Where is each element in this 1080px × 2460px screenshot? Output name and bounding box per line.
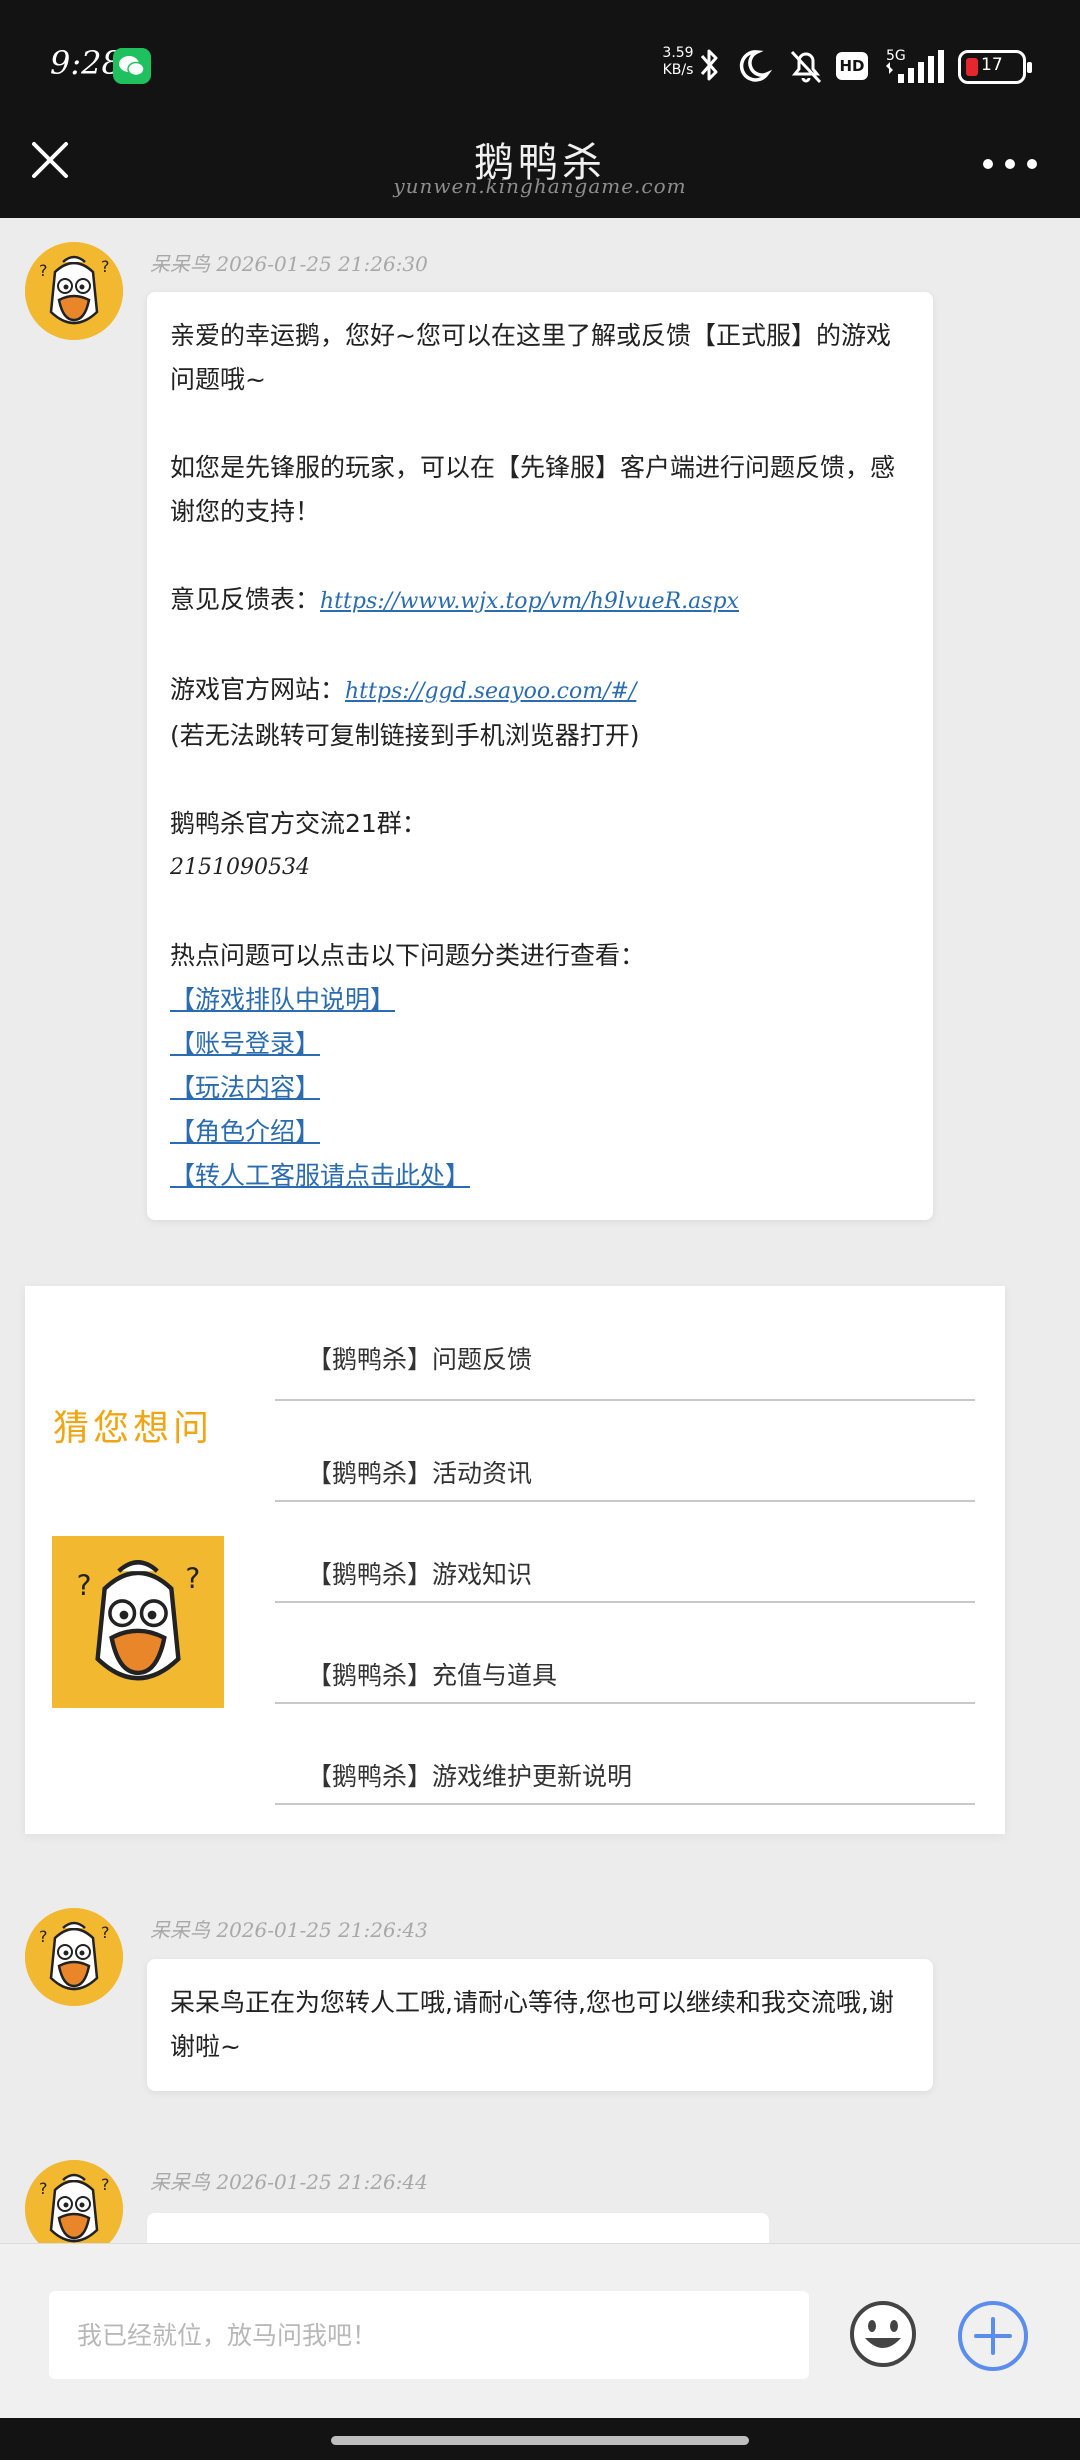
bluetooth-icon — [700, 49, 718, 81]
system-nav-bar — [0, 2418, 1080, 2460]
message-bubble-partial — [147, 2213, 769, 2243]
site-label: 游戏官方网站： — [170, 675, 346, 704]
message-timestamp: 2026-01-25 21:26:30 — [216, 252, 428, 276]
message-meta: 呆呆鸟 2026-01-25 21:26:44 — [150, 2166, 428, 2195]
sender-name: 呆呆鸟 — [150, 1918, 210, 1942]
message-bubble: 呆呆鸟正在为您转人工哦,请耐心等待,您也可以继续和我交流哦,谢谢啦~ — [147, 1959, 933, 2091]
more-dots-icon[interactable] — [980, 152, 1040, 176]
pioneer-note: 如您是先锋服的玩家，可以在【先锋服】客户端进行问题反馈，感谢您的支持！ — [170, 453, 896, 526]
battery-fill — [966, 58, 978, 76]
plus-icon[interactable] — [956, 2299, 1030, 2373]
battery-level: 17 — [981, 55, 1003, 75]
guess-card-title: 猜您想问 — [53, 1408, 214, 1449]
status-time: 9:28 — [50, 44, 122, 82]
svg-text:?: ? — [101, 257, 110, 276]
status-bar: 9:28 3.59 KB/s HD 5G 17 — [0, 0, 1080, 130]
intro-text: 亲爱的幸运鹅，您好~您可以在这里了解或反馈【正式服】的游戏问题哦~ — [170, 321, 891, 394]
svg-text:?: ? — [101, 1923, 110, 1942]
message-bubble: 亲爱的幸运鹅，您好~您可以在这里了解或反馈【正式服】的游戏问题哦~ 如您是先锋服… — [147, 292, 933, 1220]
duck-avatar-icon: ? ? — [25, 1908, 123, 2006]
guess-you-want-to-ask-card: 猜您想问 ? ? 【鹅鸭杀】问题反馈 【鹅鸭杀】活动资讯 【鹅鸭杀】游戏知识 【… — [25, 1286, 1005, 1834]
feedback-form-link[interactable]: https://www.wjx.top/vm/h9lvueR.aspx — [320, 589, 739, 614]
emoji-icon[interactable] — [849, 2300, 917, 2368]
svg-text:?: ? — [185, 1563, 200, 1596]
site-note: (若无法跳转可复制链接到手机浏览器打开) — [170, 721, 640, 750]
message-input[interactable] — [49, 2291, 809, 2379]
group-label: 鹅鸭杀官方交流21群： — [170, 809, 427, 838]
hot-link-gameplay[interactable]: 【玩法内容】 — [170, 1073, 320, 1102]
svg-text:?: ? — [77, 1570, 92, 1603]
group-number: 2151090534 — [170, 855, 310, 880]
guess-item-game-knowledge[interactable]: 【鹅鸭杀】游戏知识 — [275, 1502, 975, 1603]
svg-text:?: ? — [39, 2179, 48, 2198]
guess-item-label: 【鹅鸭杀】问题反馈 — [307, 1344, 533, 1374]
message-timestamp: 2026-01-25 21:26:43 — [216, 1918, 428, 1942]
feedback-line: 意见反馈表：https://www.wjx.top/vm/h9lvueR.asp… — [170, 578, 910, 624]
hot-link-queue[interactable]: 【游戏排队中说明】 — [170, 985, 395, 1014]
svg-text:?: ? — [101, 2175, 110, 2194]
message-meta: 呆呆鸟 2026-01-25 21:26:43 — [150, 1914, 428, 1943]
hot-link-characters[interactable]: 【角色介绍】 — [170, 1117, 320, 1146]
svg-text:?: ? — [39, 1927, 48, 1946]
hot-link-human-support[interactable]: 【转人工客服请点击此处】 — [170, 1161, 470, 1190]
duck-mascot-image: ? ? — [52, 1536, 224, 1708]
hot-questions-intro: 热点问题可以点击以下问题分类进行查看： — [170, 941, 646, 970]
guess-item-label: 【鹅鸭杀】游戏维护更新说明 — [307, 1761, 633, 1791]
guess-item-label: 【鹅鸭杀】活动资讯 — [307, 1458, 533, 1488]
wechat-notification-icon — [113, 48, 151, 84]
network-speed-unit: KB/s — [662, 62, 694, 78]
guess-item-events[interactable]: 【鹅鸭杀】活动资讯 — [275, 1401, 975, 1502]
message-meta: 呆呆鸟 2026-01-25 21:26:30 — [150, 248, 428, 277]
header: 鹅鸭杀 yunwen.kinghangame.com — [0, 130, 1080, 218]
hot-link-account-login[interactable]: 【账号登录】 — [170, 1029, 320, 1058]
guess-item-feedback[interactable]: 【鹅鸭杀】问题反馈 — [275, 1286, 975, 1401]
network-speed-value: 3.59 — [662, 45, 694, 61]
feedback-label: 意见反馈表： — [170, 585, 321, 614]
guess-item-label: 【鹅鸭杀】游戏知识 — [307, 1559, 533, 1589]
sender-name: 呆呆鸟 — [150, 2170, 210, 2194]
do-not-disturb-moon-icon — [739, 50, 773, 82]
message-text: 呆呆鸟正在为您转人工哦,请耐心等待,您也可以继续和我交流哦,谢谢啦~ — [170, 1988, 894, 2061]
site-line: 游戏官方网站：https://ggd.seayoo.com/#/ — [170, 668, 910, 714]
network-speed: 3.59 KB/s — [660, 45, 696, 79]
sender-name: 呆呆鸟 — [150, 252, 210, 276]
official-site-link[interactable]: https://ggd.seayoo.com/#/ — [345, 679, 636, 704]
input-bar — [0, 2243, 1080, 2418]
hd-voice-badge: HD — [836, 52, 868, 80]
page-url: yunwen.kinghangame.com — [393, 174, 687, 198]
signal-strength-icon — [886, 50, 944, 83]
guess-item-maintenance[interactable]: 【鹅鸭杀】游戏维护更新说明 — [275, 1704, 975, 1805]
muted-bell-icon — [790, 50, 822, 84]
battery-icon: 17 — [958, 50, 1032, 84]
guess-item-recharge[interactable]: 【鹅鸭杀】充值与道具 — [275, 1603, 975, 1704]
home-indicator[interactable] — [331, 2436, 749, 2445]
duck-avatar-icon: ? ? — [25, 242, 123, 340]
svg-text:?: ? — [39, 261, 48, 280]
guess-item-label: 【鹅鸭杀】充值与道具 — [307, 1660, 558, 1690]
guess-question-list: 【鹅鸭杀】问题反馈 【鹅鸭杀】活动资讯 【鹅鸭杀】游戏知识 【鹅鸭杀】充值与道具… — [275, 1286, 975, 1805]
message-timestamp: 2026-01-25 21:26:44 — [216, 2170, 428, 2194]
